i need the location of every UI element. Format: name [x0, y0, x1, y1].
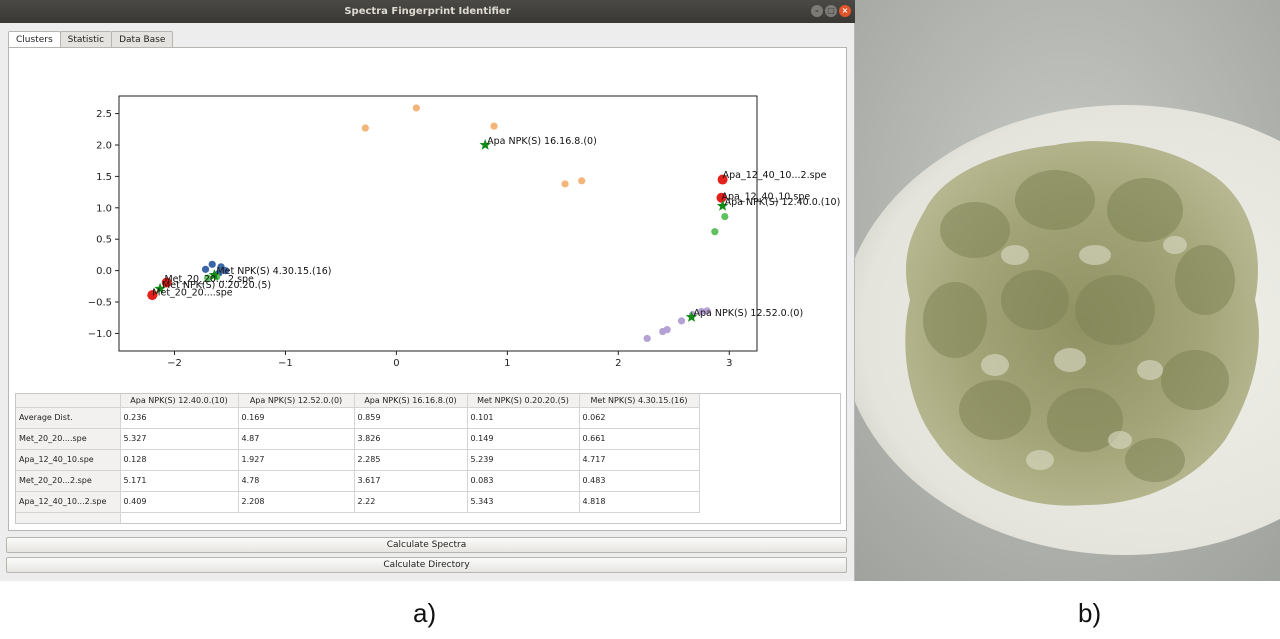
caption-b: b): [1078, 598, 1102, 628]
table-cell[interactable]: 4.87: [238, 428, 355, 450]
table-cell[interactable]: 0.483: [579, 470, 700, 492]
table-cell[interactable]: 0.409: [120, 491, 239, 513]
row-header[interactable]: Apa_12_40_10...2.spe: [16, 491, 121, 513]
x-tick-label: 2: [615, 358, 621, 369]
sample-photo: [855, 0, 1280, 581]
window-title: Spectra Fingerprint Identifier: [344, 6, 511, 17]
y-tick-label: 2.0: [96, 140, 112, 151]
minimize-icon[interactable]: –: [811, 5, 823, 17]
title-bar[interactable]: Spectra Fingerprint Identifier – □ ×: [0, 0, 855, 23]
column-header[interactable]: Met NPK(S) 4.30.15.(16): [579, 394, 700, 408]
column-header[interactable]: Apa NPK(S) 12.52.0.(0): [238, 394, 355, 408]
data-point: [361, 124, 369, 132]
table-corner: [16, 394, 121, 408]
sample-label: Met_20_20....2.spe: [164, 274, 254, 285]
row-header[interactable]: Average Dist.: [16, 407, 121, 429]
table-cell[interactable]: 0.101: [467, 407, 580, 429]
row-header[interactable]: Apa_12_40_10.spe: [16, 449, 121, 471]
fertilizer-sample-image: [855, 0, 1280, 581]
table-cell[interactable]: 0.236: [120, 407, 239, 429]
table-cell[interactable]: 3.826: [354, 428, 468, 450]
sample-label: Apa_12_40_10.spe: [721, 191, 810, 202]
x-tick-label: 0: [393, 358, 399, 369]
tab-data-base[interactable]: Data Base: [111, 31, 174, 48]
table-cell[interactable]: 4.818: [579, 491, 700, 513]
plot-frame: [118, 95, 758, 352]
figure: Spectra Fingerprint Identifier – □ × Clu…: [0, 0, 1280, 639]
table-cell[interactable]: 2.22: [354, 491, 468, 513]
tab-statistic[interactable]: Statistic: [59, 31, 113, 48]
table-cell[interactable]: 0.128: [120, 449, 239, 471]
table-header-row: Apa NPK(S) 12.40.0.(10) Apa NPK(S) 12.52…: [16, 394, 700, 408]
y-tick-label: 1.0: [96, 203, 112, 214]
table-cell[interactable]: 4.717: [579, 449, 700, 471]
data-point: [208, 260, 216, 268]
table-cell[interactable]: 5.171: [120, 470, 239, 492]
caption-a: a): [413, 598, 437, 628]
data-point: [490, 122, 498, 130]
calculate-directory-button[interactable]: Calculate Directory: [6, 557, 847, 573]
x-tick-label: −1: [278, 358, 293, 369]
data-point: [561, 180, 569, 188]
row-header-empty: [16, 512, 121, 523]
data-point: [412, 104, 420, 112]
y-tick-label: 0.5: [96, 235, 112, 246]
data-point: [663, 326, 671, 334]
column-header[interactable]: Apa NPK(S) 16.16.8.(0): [354, 394, 468, 408]
clusters-panel: −2 −1 0 1 2 3 −1.0 −0.5 0.0 0.5 1.0 1.5 2.0 2.5 Apa NP…: [8, 47, 847, 531]
table-row: Average Dist. 0.236 0.169 0.859 0.101 0.…: [16, 407, 700, 429]
x-tick-label: −2: [167, 358, 182, 369]
column-header[interactable]: Met NPK(S) 0.20.20.(5): [467, 394, 580, 408]
table-empty-row: [16, 512, 699, 523]
table-cell[interactable]: 4.78: [238, 470, 355, 492]
x-tick-label: 1: [504, 358, 510, 369]
table-cell[interactable]: 3.617: [354, 470, 468, 492]
data-point: [578, 177, 586, 185]
sample-label: Met_20_20....spe: [152, 288, 233, 299]
maximize-icon[interactable]: □: [825, 5, 837, 17]
row-header[interactable]: Met_20_20...2.spe: [16, 470, 121, 492]
sample-label: Apa_12_40_10...2.spe: [723, 170, 827, 181]
table-cell[interactable]: 0.062: [579, 407, 700, 429]
distance-table[interactable]: Apa NPK(S) 12.40.0.(10) Apa NPK(S) 12.52…: [15, 393, 841, 524]
column-header[interactable]: Apa NPK(S) 12.40.0.(10): [120, 394, 239, 408]
calculate-spectra-button[interactable]: Calculate Spectra: [6, 537, 847, 553]
y-tick-label: 1.5: [96, 172, 112, 183]
table-cell[interactable]: 0.661: [579, 428, 700, 450]
y-tick-label: −1.0: [88, 329, 112, 340]
data-point: [711, 228, 719, 236]
row-header[interactable]: Met_20_20....spe: [16, 428, 121, 450]
close-icon[interactable]: ×: [839, 5, 851, 17]
tab-bar: Clusters Statistic Data Base: [8, 31, 174, 49]
table-cell[interactable]: 5.327: [120, 428, 239, 450]
data-point: [677, 317, 686, 325]
table-cell[interactable]: 5.239: [467, 449, 580, 471]
table-cell[interactable]: 0.149: [467, 428, 580, 450]
table-cell[interactable]: 0.859: [354, 407, 468, 429]
table-row: Met_20_20....spe 5.327 4.87 3.826 0.149 …: [16, 428, 700, 450]
table-cell[interactable]: 1.927: [238, 449, 355, 471]
data-point: [721, 212, 729, 221]
table-cell[interactable]: 2.285: [354, 449, 468, 471]
table-cell[interactable]: 5.343: [467, 491, 580, 513]
table-row: Met_20_20...2.spe 5.171 4.78 3.617 0.083…: [16, 470, 700, 492]
centroid-label: Apa NPK(S) 12.52.0.(0): [694, 308, 804, 319]
table-cell[interactable]: 0.083: [467, 470, 580, 492]
table-cell[interactable]: 0.169: [238, 407, 355, 429]
empty-cell: [120, 512, 699, 523]
x-tick-label: 3: [726, 358, 732, 369]
data-point: [201, 265, 210, 273]
table-row: Apa_12_40_10...2.spe 0.409 2.208 2.22 5.…: [16, 491, 700, 513]
app-window: Spectra Fingerprint Identifier – □ × Clu…: [0, 0, 855, 581]
table-cell[interactable]: 2.208: [238, 491, 355, 513]
y-tick-label: 0.0: [96, 266, 112, 277]
table-row: Apa_12_40_10.spe 0.128 1.927 2.285 5.239…: [16, 449, 700, 471]
cluster-plot: −2 −1 0 1 2 3 −1.0 −0.5 0.0 0.5 1.0 1.5 2.0 2.5 Apa NP…: [9, 48, 848, 393]
y-tick-label: −0.5: [88, 298, 112, 309]
y-tick-label: 2.5: [96, 109, 112, 120]
centroid-label: Apa NPK(S) 16.16.8.(0): [487, 136, 597, 147]
data-point: [643, 334, 651, 343]
scatter-chart: −2 −1 0 1 2 3 −1.0 −0.5 0.0 0.5 1.0 1.5 2.0 2.5 Apa NP…: [88, 95, 840, 369]
